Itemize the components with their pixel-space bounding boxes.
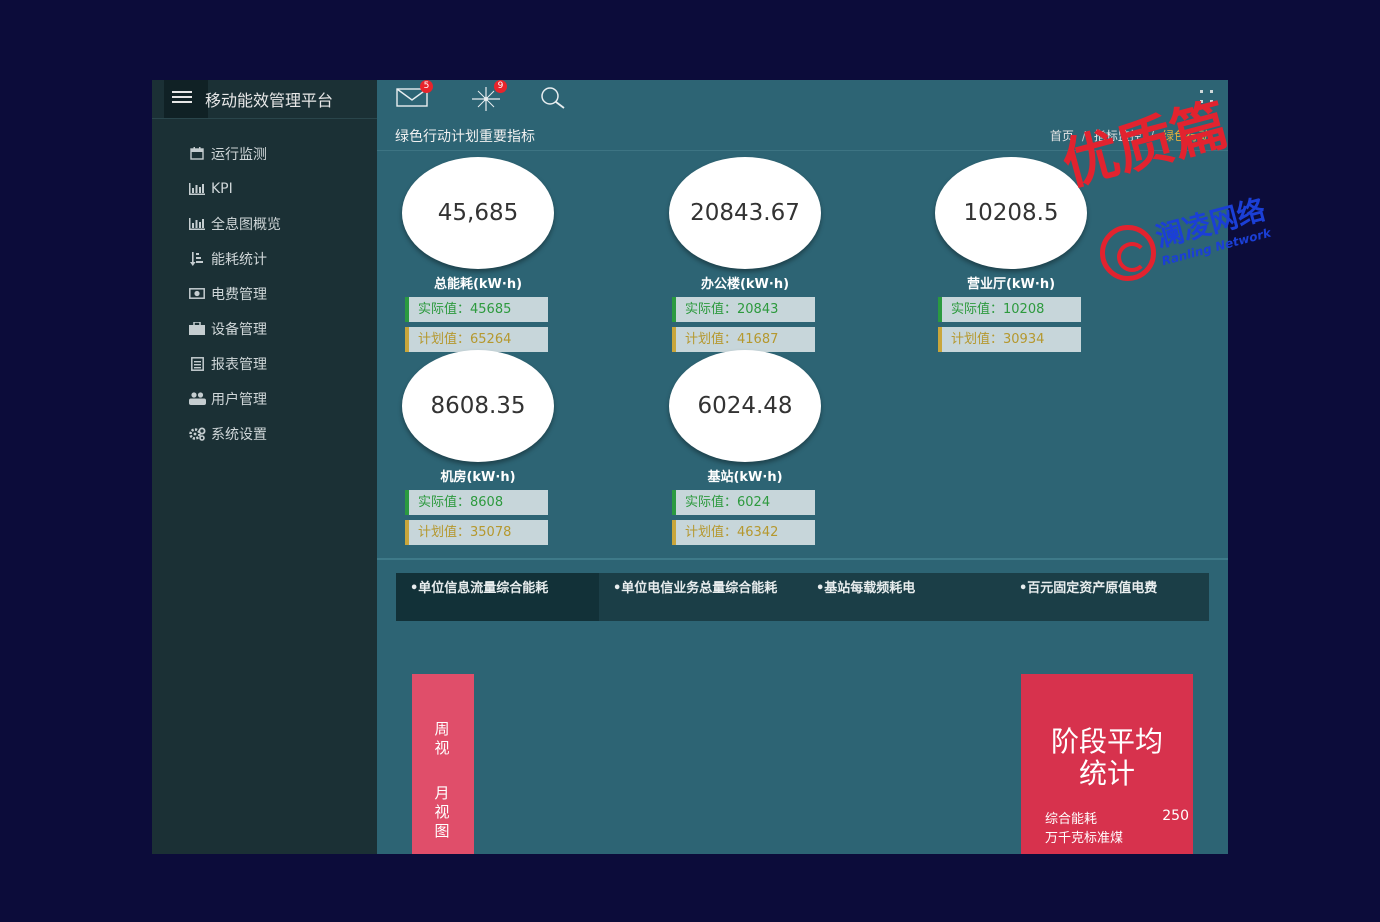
month-view-button[interactable]: 月 视 图 bbox=[430, 784, 454, 841]
hamburger-icon-line bbox=[172, 101, 192, 103]
sidebar-menu: 运行监测 KPI 全息图概览 能耗统计 电费管理 设备管理 报表管理 用户管理 … bbox=[188, 136, 281, 451]
month-view-char: 月 bbox=[434, 784, 450, 802]
month-view-char: 图 bbox=[434, 822, 450, 840]
kpi-value-circle: 6024.48 bbox=[669, 350, 821, 462]
watermark-main-text: 优质篇 bbox=[1055, 91, 1235, 199]
stats-title-line: 阶段平均 bbox=[1050, 725, 1163, 758]
period-switch-panel: 周 视 月 视 图 bbox=[412, 674, 474, 854]
stats-title-line: 统计 bbox=[1078, 757, 1135, 790]
kpi-plan-value: 计划值：30934 bbox=[938, 327, 1081, 352]
stats-metric-unit: 万千克标准煤 bbox=[1045, 831, 1124, 846]
kpi-machine-room: 8608.35 机房(kW·h) 实际值：8608 计划值：35078 bbox=[398, 350, 568, 550]
hamburger-icon bbox=[172, 91, 192, 93]
sidebar-item-label: KPI bbox=[211, 180, 233, 197]
messages-button[interactable]: 5 bbox=[395, 80, 433, 112]
tab-info-traffic-energy[interactable]: •单位信息流量综合能耗 bbox=[396, 573, 599, 621]
tab-base-station-power[interactable]: •基站每载频耗电 bbox=[802, 573, 1005, 621]
kpi-office-building: 20843.67 办公楼(kW·h) 实际值：20843 计划值：41687 bbox=[665, 157, 835, 357]
kpi-actual-value: 实际值：10208 bbox=[938, 297, 1081, 322]
sidebar-item-label: 报表管理 bbox=[211, 356, 267, 373]
sidebar-item-label: 全息图概览 bbox=[211, 216, 281, 233]
week-view-button[interactable]: 周 视 bbox=[430, 720, 454, 758]
kpi-value-circle: 8608.35 bbox=[402, 350, 554, 462]
kpi-base-station: 6024.48 基站(kW·h) 实际值：6024 计划值：46342 bbox=[665, 350, 835, 550]
metric-tabs: •单位信息流量综合能耗 •单位电信业务总量综合能耗 •基站每载频耗电 •百元固定… bbox=[396, 573, 1209, 621]
sort-amount-icon bbox=[188, 251, 206, 266]
tab-fixed-asset-electricity[interactable]: •百元固定资产原值电费 bbox=[1005, 573, 1208, 621]
sidebar-item-billing[interactable]: 电费管理 bbox=[188, 276, 281, 311]
kpi-plan-value: 计划值：35078 bbox=[405, 520, 548, 545]
week-view-char: 周 bbox=[434, 720, 450, 738]
sidebar-item-label: 电费管理 bbox=[211, 286, 267, 303]
week-view-char: 视 bbox=[434, 739, 450, 757]
kpi-actual-value: 实际值：45685 bbox=[405, 297, 548, 322]
hamburger-icon-line bbox=[172, 96, 192, 98]
sidebar-item-reports[interactable]: 报表管理 bbox=[188, 346, 281, 381]
page-title: 绿色行动计划重要指标 bbox=[395, 129, 535, 145]
sidebar: 移动能效管理平台 运行监测 KPI 全息图概览 能耗统计 电费管理 设备管理 报… bbox=[152, 80, 377, 854]
kpi-label: 总能耗(kW·h) bbox=[433, 277, 523, 292]
kpi-plan-value: 计划值：46342 bbox=[672, 520, 815, 545]
sidebar-item-energy-stats[interactable]: 能耗统计 bbox=[188, 241, 281, 276]
search-button[interactable] bbox=[539, 86, 573, 112]
kpi-label: 办公楼(kW·h) bbox=[700, 277, 790, 292]
bar-chart-icon bbox=[188, 182, 206, 196]
messages-badge: 5 bbox=[420, 80, 433, 93]
stats-metric-label: 综合能耗 bbox=[1045, 812, 1098, 827]
watermark: 优质篇 澜凌网络 Ranling Network bbox=[1052, 80, 1312, 281]
sidebar-item-kpi[interactable]: KPI bbox=[188, 171, 281, 206]
kpi-label: 机房(kW·h) bbox=[440, 470, 516, 485]
stats-metric-value: 250 bbox=[1162, 808, 1189, 824]
stats-title: 阶段平均 统计 bbox=[1021, 726, 1193, 790]
month-view-char: 视 bbox=[434, 803, 450, 821]
section-divider bbox=[377, 558, 1228, 560]
alerts-button[interactable]: 9 bbox=[469, 80, 507, 112]
kpi-actual-value: 实际值：20843 bbox=[672, 297, 815, 322]
kpi-label: 基站(kW·h) bbox=[707, 470, 783, 485]
menu-toggle-button[interactable] bbox=[164, 80, 208, 118]
list-alt-icon bbox=[188, 356, 206, 371]
app-title: 移动能效管理平台 bbox=[205, 91, 334, 110]
users-icon bbox=[188, 392, 206, 406]
kpi-plan-value: 计划值：41687 bbox=[672, 327, 815, 352]
bar-chart-icon bbox=[188, 217, 206, 231]
sidebar-item-label: 能耗统计 bbox=[211, 251, 267, 268]
sidebar-divider bbox=[152, 118, 377, 119]
stats-metric-row: 综合能耗 250 bbox=[1045, 808, 1189, 827]
money-icon bbox=[188, 287, 206, 301]
brand-bar: 移动能效管理平台 bbox=[152, 80, 377, 118]
search-icon bbox=[541, 87, 565, 109]
sidebar-item-monitoring[interactable]: 运行监测 bbox=[188, 136, 281, 171]
kpi-actual-value: 实际值：8608 bbox=[405, 490, 548, 515]
sidebar-item-users[interactable]: 用户管理 bbox=[188, 381, 281, 416]
kpi-value-circle: 20843.67 bbox=[669, 157, 821, 269]
briefcase-icon bbox=[188, 322, 206, 336]
sidebar-item-settings[interactable]: 系统设置 bbox=[188, 416, 281, 451]
alerts-badge: 9 bbox=[494, 80, 507, 93]
sidebar-item-label: 设备管理 bbox=[211, 321, 267, 338]
sidebar-item-label: 系统设置 bbox=[211, 426, 267, 443]
period-average-stats-panel: 阶段平均 统计 综合能耗 250 万千克标准煤 bbox=[1021, 674, 1193, 854]
tab-telecom-business-energy[interactable]: •单位电信业务总量综合能耗 bbox=[599, 573, 802, 621]
watermark-logo-icon bbox=[1100, 225, 1156, 281]
sidebar-item-label: 用户管理 bbox=[211, 391, 267, 408]
kpi-total-energy: 45,685 总能耗(kW·h) 实际值：45685 计划值：65264 bbox=[398, 157, 568, 357]
cogs-icon bbox=[188, 427, 206, 441]
sidebar-item-devices[interactable]: 设备管理 bbox=[188, 311, 281, 346]
calendar-icon bbox=[188, 147, 206, 161]
sidebar-item-hologram[interactable]: 全息图概览 bbox=[188, 206, 281, 241]
kpi-plan-value: 计划值：65264 bbox=[405, 327, 548, 352]
kpi-actual-value: 实际值：6024 bbox=[672, 490, 815, 515]
kpi-value-circle: 45,685 bbox=[402, 157, 554, 269]
sidebar-item-label: 运行监测 bbox=[211, 146, 267, 163]
